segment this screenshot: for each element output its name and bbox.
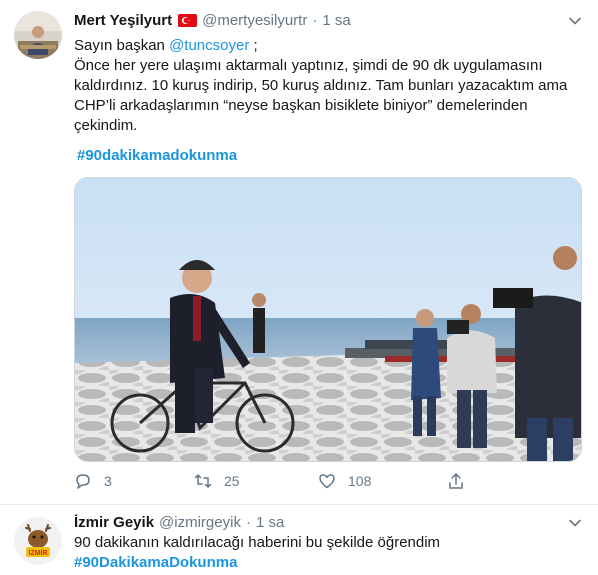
author-name[interactable]: Mert Yeşilyurt (74, 12, 172, 29)
reply-icon (76, 474, 90, 489)
reply-count: 3 (104, 473, 112, 489)
retweet-count: 25 (224, 473, 240, 489)
tweet-izmir-geyik[interactable]: İZMİR İzmir Geyik @izmirgeyik · 1 sa 90 … (0, 506, 598, 575)
caret-down-icon[interactable] (568, 516, 582, 530)
separator-dot: · (312, 11, 318, 29)
avatar-izmir-geyik[interactable]: İZMİR (14, 517, 62, 565)
turkey-flag-icon (178, 13, 198, 27)
tweet-actions: 3 25 108 (74, 472, 494, 494)
author-handle[interactable]: @izmirgeyik (159, 514, 241, 531)
tweet-text: Sayın başkan @tuncsoyer ; Önce her yere … (74, 36, 584, 136)
like-icon (319, 474, 335, 489)
greeting-text: Sayın başkan (74, 37, 170, 54)
caret-down-icon[interactable] (568, 14, 582, 28)
author-handle[interactable]: @mertyesilyurtr (202, 12, 307, 29)
greeting-line: Sayın başkan @tuncsoyer ; (74, 36, 584, 56)
like-count: 108 (348, 473, 372, 489)
tweet-body: 90 dakikanın kaldırılacağı haberini bu ş… (74, 534, 441, 551)
hashtag-link[interactable]: #90DakikamaDokunma (74, 554, 237, 571)
share-icon (449, 473, 463, 489)
separator-dot: · (245, 513, 251, 531)
avatar-text: İZMİR (28, 549, 47, 557)
tweet-header: Mert Yeşilyurt @mertyesilyurtr · 1 sa (74, 10, 351, 30)
timestamp[interactable]: 1 sa (322, 12, 350, 29)
tweet-text: 90 dakikanın kaldırılacağı haberini bu ş… (74, 533, 584, 573)
tweet-photo[interactable] (74, 177, 582, 462)
tweet-mert-yesilyurt[interactable]: Mert Yeşilyurt @mertyesilyurtr · 1 sa Sa… (0, 0, 598, 505)
hashtag-row: #90dakikamadokunma (77, 147, 237, 164)
retweet-button[interactable]: 25 (194, 472, 240, 490)
timestamp[interactable]: 1 sa (256, 514, 284, 531)
retweet-icon (194, 474, 212, 488)
mention-link[interactable]: @tuncsoyer (169, 37, 249, 54)
author-name[interactable]: İzmir Geyik (74, 514, 154, 531)
tweet-body: Önce her yere ulaşımı aktarmalı yaptınız… (74, 57, 568, 134)
like-button[interactable]: 108 (318, 472, 371, 490)
avatar-mert-yesilyurt[interactable] (14, 11, 62, 59)
tweet-header: İzmir Geyik @izmirgeyik · 1 sa (74, 512, 284, 532)
mention-suffix: ; (249, 37, 258, 54)
hashtag-link[interactable]: #90dakikamadokunma (77, 147, 237, 164)
share-button[interactable] (447, 472, 465, 490)
reply-button[interactable]: 3 (74, 472, 112, 490)
